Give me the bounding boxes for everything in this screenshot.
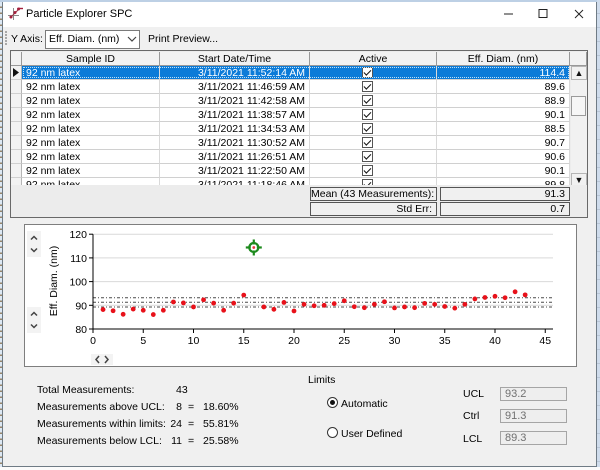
svg-text:30: 30 xyxy=(389,335,401,347)
svg-text:45: 45 xyxy=(539,335,551,347)
svg-text:20: 20 xyxy=(288,335,300,347)
svg-text:35: 35 xyxy=(439,335,451,347)
svg-text:5: 5 xyxy=(140,335,146,347)
svg-text:120: 120 xyxy=(69,229,87,241)
svg-text:80: 80 xyxy=(75,324,87,336)
svg-text:100: 100 xyxy=(69,277,87,289)
svg-text:0: 0 xyxy=(90,335,96,347)
svg-text:10: 10 xyxy=(188,335,200,347)
svg-text:25: 25 xyxy=(338,335,350,347)
svg-text:Eff. Diam. (nm): Eff. Diam. (nm) xyxy=(48,246,60,316)
svg-text:40: 40 xyxy=(489,335,501,347)
svg-text:15: 15 xyxy=(238,335,250,347)
svg-text:110: 110 xyxy=(70,253,87,265)
svg-text:90: 90 xyxy=(75,300,87,312)
